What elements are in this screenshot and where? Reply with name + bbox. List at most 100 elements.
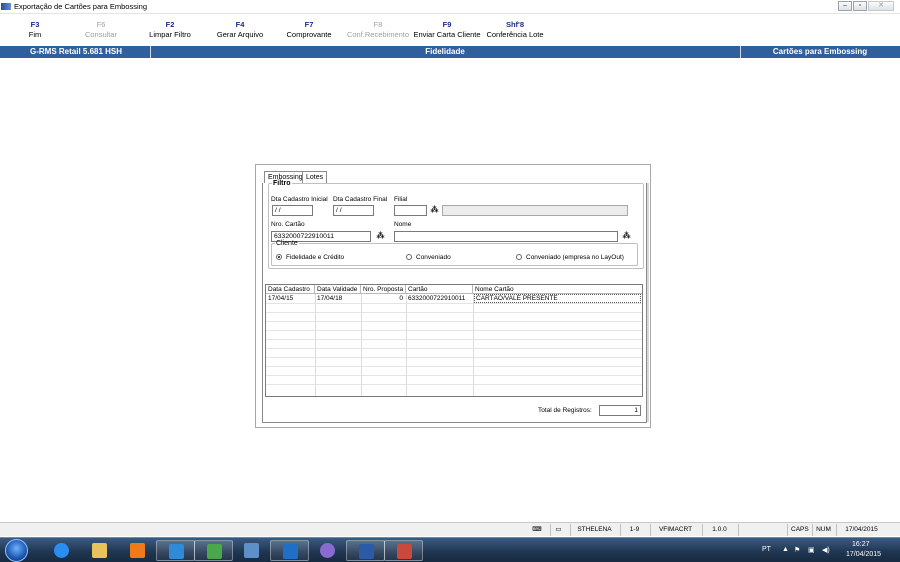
status-bar: ⌨ ▭ STHELENA 1-9 VFIMACRT 1.0.0 CAPS NUM… [0,522,900,536]
restore-icon[interactable]: ▫ [853,1,867,11]
status-company: 1-9 [620,524,648,536]
column-header[interactable]: Data Cadastro [266,285,315,294]
cliente-legend: Cliente [276,240,298,247]
module-name: Fidelidade [425,47,465,56]
toolbar-label: Conferência Lote [486,30,544,39]
dta-cadastro-final-label: Dta Cadastro Final [333,196,388,203]
filial-label: Filial [394,196,408,203]
language-indicator[interactable]: PT [762,546,771,553]
module-header-bar: G-RMS Retail 5.681 HSH Fidelidade Cartõe… [0,46,900,58]
volume-icon[interactable]: ◀) [822,546,830,554]
toolbar-button-conferencia-lote[interactable]: Shf'8 Conferência Lote [480,19,550,40]
start-button-icon[interactable] [5,539,28,562]
column-header[interactable]: Nro. Proposta [361,285,406,294]
cell-nome-cartao: CARTÃO/VALE PRESENTE [474,294,641,303]
cliente-group: Cliente [271,240,638,266]
row-line [266,384,642,385]
status-caps: CAPS [787,524,811,536]
media-player-icon[interactable] [118,540,157,561]
system-version: G-RMS Retail 5.681 HSH [30,47,123,56]
radio-label: Conveniado [416,254,451,261]
radio-conveniado[interactable]: Conveniado [406,254,451,261]
toolbar-button-fim[interactable]: F3 Fim [0,19,70,40]
status-version: 1.0.0 [702,524,736,536]
toolbar-button-conf-recebimento[interactable]: F8 Conf.Recebimento [343,19,413,40]
row-line [266,303,642,304]
cell-data-validade: 17/04/18 [317,295,343,302]
radio-conveniado-layout[interactable]: Conveniado (empresa no LayOut) [516,254,624,261]
toolbar-key: F9 [442,20,452,29]
document-icon: ▭ [550,524,566,536]
radio-fidelidade-credito[interactable]: Fidelidade e Crédito [276,254,344,261]
row-line [266,348,642,349]
status-user: STHELENA [570,524,618,536]
screen-name: Cartões para Embossing [772,47,868,56]
filial-input[interactable] [394,205,427,216]
internet-explorer-icon[interactable] [42,540,81,561]
lync-icon[interactable] [156,540,195,561]
app-icon[interactable] [308,540,347,561]
clock-time[interactable]: 16:27 [852,541,870,548]
embossing-dialog: Embossing Lotes Filtro Dta Cadastro Inic… [255,164,651,428]
row-line [266,330,642,331]
minimize-icon[interactable]: – [838,1,852,11]
tab-panel-embossing: Filtro Dta Cadastro Inicial / / Dta Cada… [262,180,649,423]
column-divider [361,294,362,396]
column-divider [406,294,407,396]
toolbar-label: Fim [28,30,42,39]
windows-taskbar: PT ▲ ⚑ ▣ ◀) 16:27 17/04/2015 [0,537,900,562]
dta-cadastro-final-input[interactable]: / / [333,205,374,216]
toolbar-key: F6 [96,20,106,29]
filter-legend: Filtro [273,180,291,187]
dta-cadastro-inicial-input[interactable]: / / [272,205,313,216]
nome-label: Nome [394,221,412,228]
keyboard-icon: ⌨ [532,526,542,533]
app-icon[interactable] [194,540,233,561]
toolbar-label: Gerar Arquivo [216,30,264,39]
app-icon[interactable] [232,540,271,561]
cell-cartao: 6332000722910011 [408,295,466,302]
toolbar-key: F4 [235,20,245,29]
toolbar-button-comprovante[interactable]: F7 Comprovante [274,19,344,40]
radio-label: Conveniado (empresa no LayOut) [526,254,624,261]
file-explorer-icon[interactable] [80,540,119,561]
status-date: 17/04/2015 [836,524,886,536]
toolbar-key: F8 [373,20,383,29]
column-header[interactable]: Data Validade [315,285,361,294]
app-icon[interactable] [384,540,423,561]
column-divider [315,294,316,396]
word-icon[interactable] [346,540,385,561]
row-line [266,339,642,340]
toolbar-button-gerar-arquivo[interactable]: F4 Gerar Arquivo [205,19,275,40]
status-program: VFIMACRT [650,524,700,536]
toolbar-label: Comprovante [286,30,332,39]
radio-dot [406,254,412,260]
toolbar-button-limpar-filtro[interactable]: F2 Limpar Filtro [135,19,205,40]
total-registros-value: 1 [599,405,641,416]
toolbar-button-enviar-carta-cliente[interactable]: F9 Enviar Carta Cliente [412,19,482,40]
filial-description [442,205,628,216]
radio-dot [516,254,522,260]
total-registros-label: Total de Registros: [538,407,592,414]
column-header[interactable]: Nome Cartão [473,285,642,294]
dta-cadastro-inicial-label: Dta Cadastro Inicial [271,196,328,203]
column-header[interactable]: Cartão [406,285,473,294]
toolbar-key: Shf'8 [505,20,525,29]
show-hidden-icons-icon[interactable]: ▲ [782,546,789,553]
radio-dot [276,254,282,260]
outlook-icon[interactable] [270,540,309,561]
network-icon[interactable]: ▣ [808,546,815,554]
window-titlebar: Exportação de Cartões para Embossing – ▫… [0,0,900,14]
row-line [266,321,642,322]
action-center-icon[interactable]: ⚑ [794,546,800,554]
close-icon[interactable]: ✕ [868,1,894,11]
binoculars-icon[interactable]: ⁂ [429,205,440,215]
column-divider [473,294,474,396]
function-toolbar: F3 Fim F6 Consultar F2 Limpar Filtro F4 … [0,18,900,44]
app-icon [1,3,11,10]
clock-date[interactable]: 17/04/2015 [846,551,881,558]
cards-grid[interactable]: Data Cadastro Data Validade Nro. Propost… [265,284,643,397]
radio-label: Fidelidade e Crédito [286,254,345,261]
toolbar-key: F3 [30,20,40,29]
toolbar-button-consultar[interactable]: F6 Consultar [66,19,136,40]
